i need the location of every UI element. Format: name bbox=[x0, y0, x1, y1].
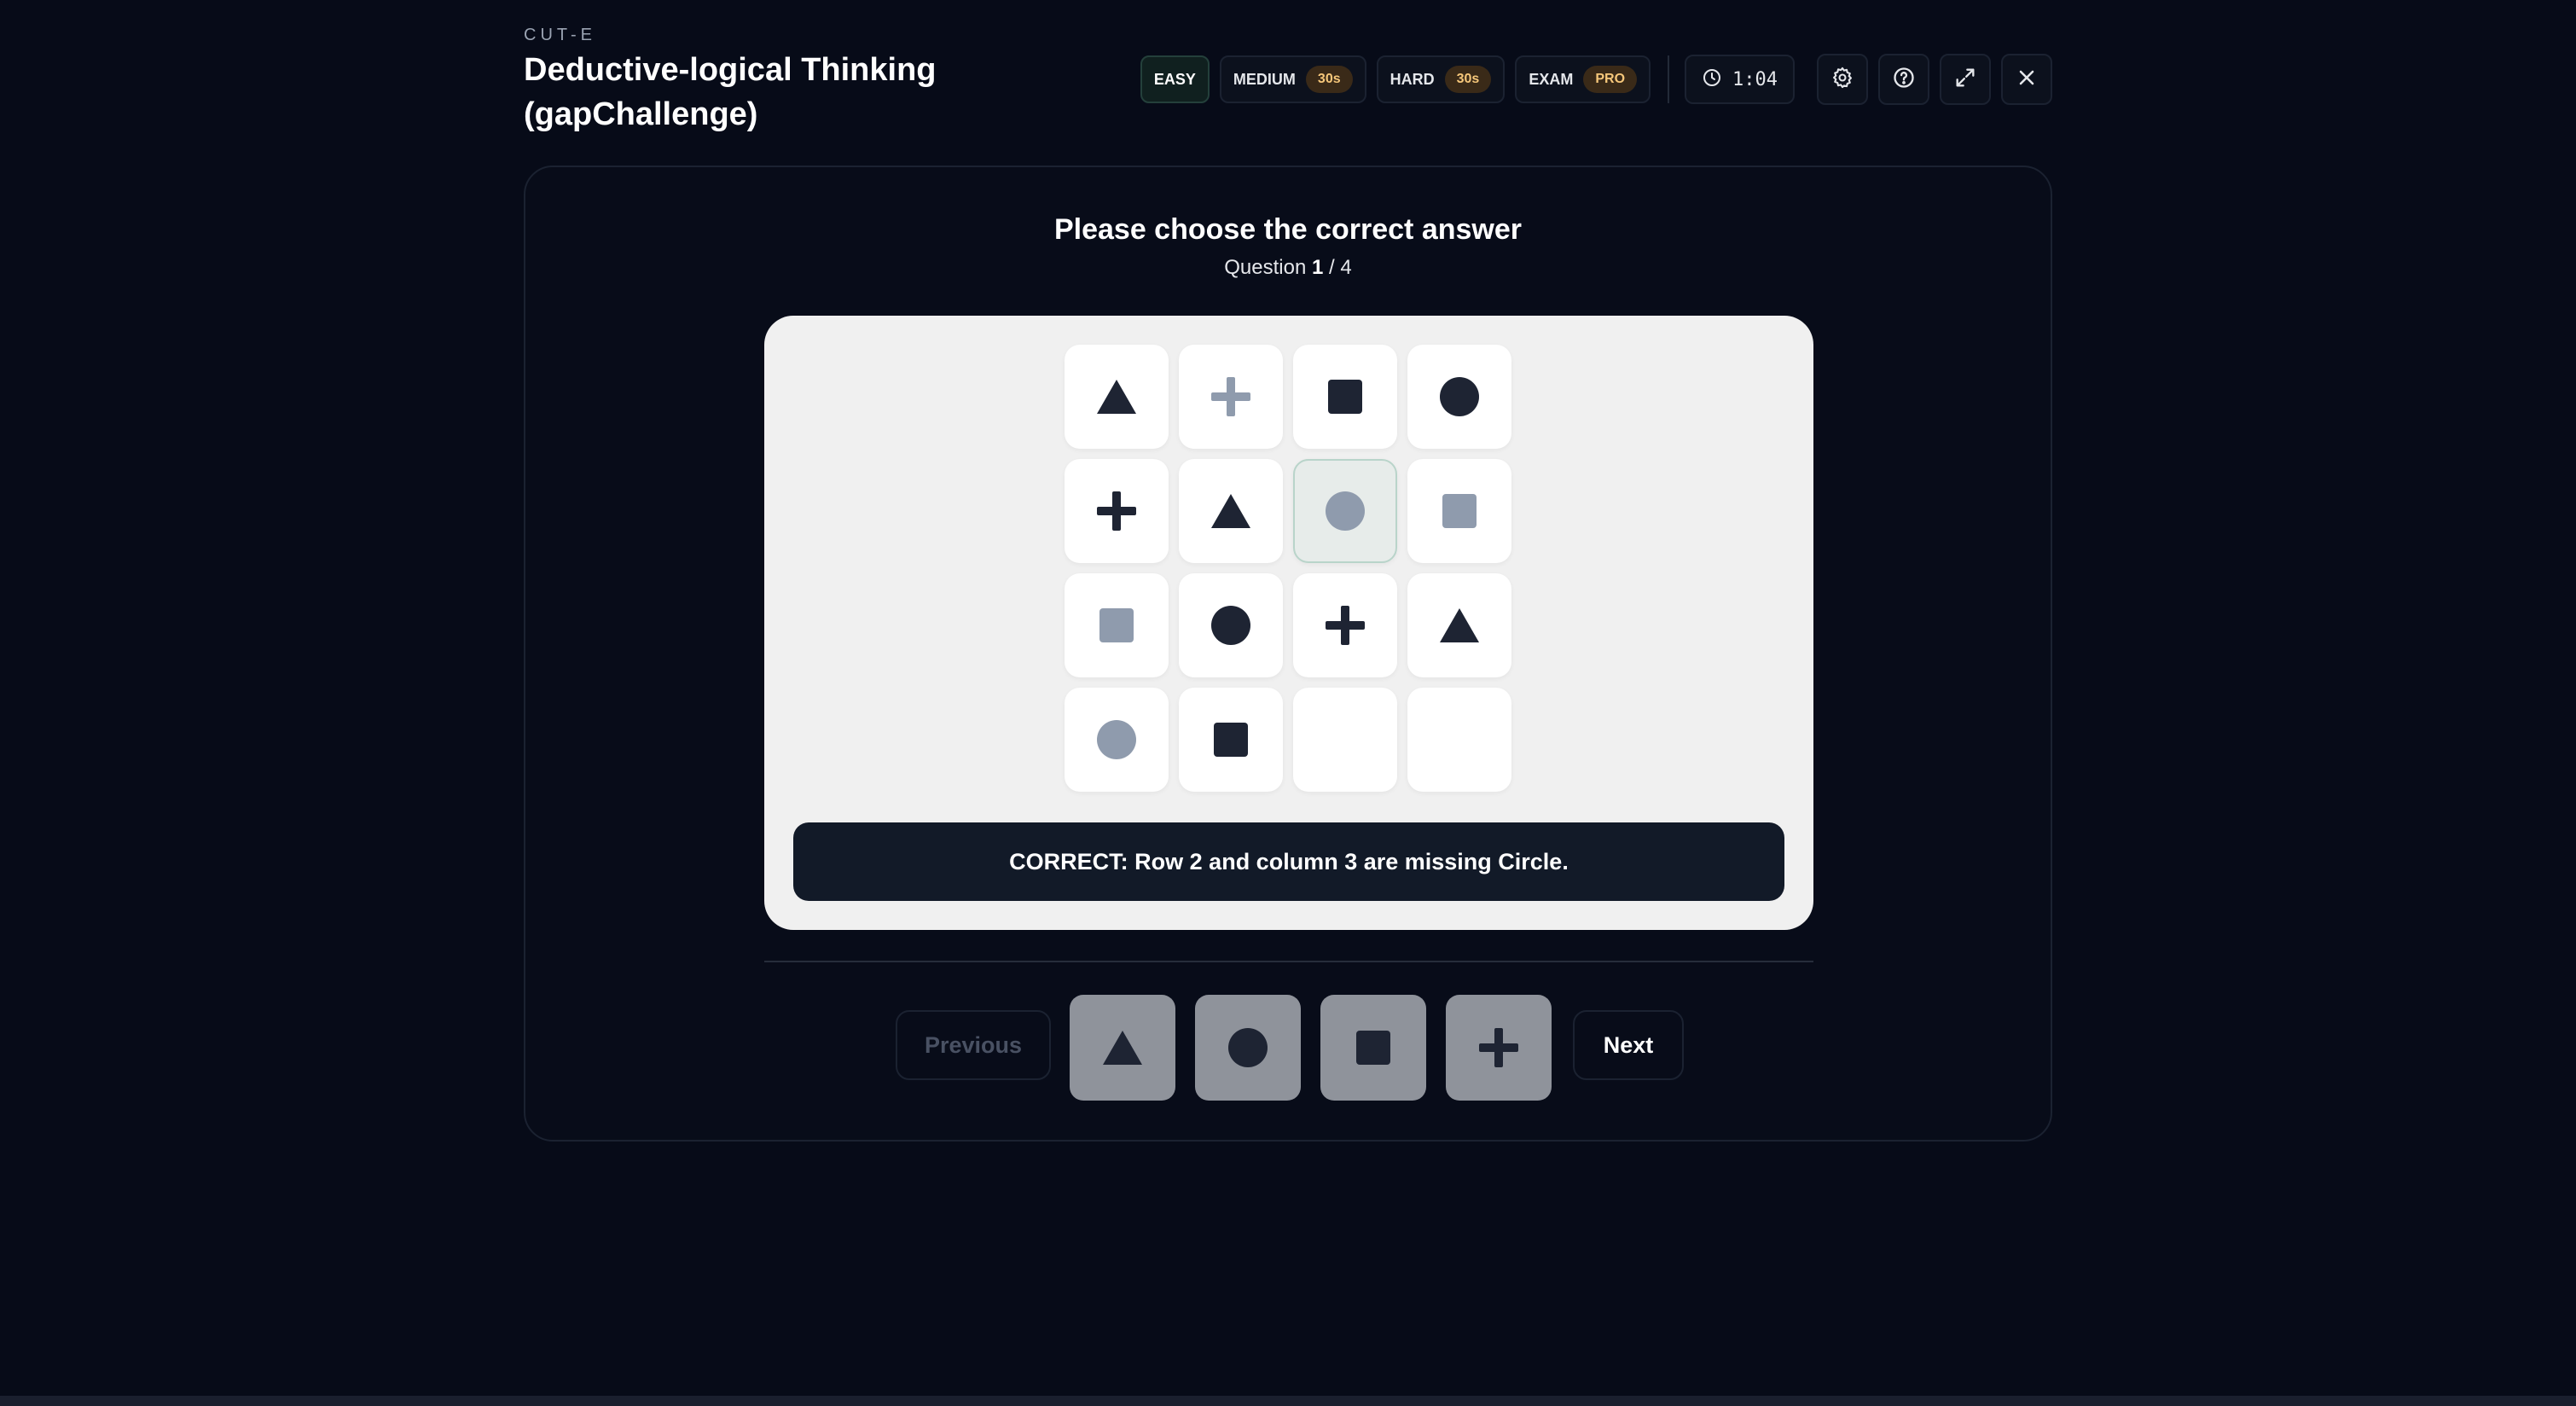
answer-option-triangle[interactable] bbox=[1070, 995, 1175, 1101]
square-icon bbox=[1324, 375, 1366, 418]
previous-button[interactable]: Previous bbox=[896, 1010, 1051, 1080]
grid-cell bbox=[1179, 459, 1283, 563]
plus-icon bbox=[1095, 490, 1138, 532]
settings-button[interactable] bbox=[1817, 54, 1868, 105]
difficulty-medium-button[interactable]: MEDIUM 30s bbox=[1219, 55, 1366, 103]
difficulty-hard-button[interactable]: HARD 30s bbox=[1376, 55, 1506, 103]
triangle-icon bbox=[1438, 604, 1481, 647]
page-title: Deductive-logical Thinking (gapChallenge… bbox=[524, 52, 937, 132]
fullscreen-icon bbox=[1953, 66, 1977, 94]
empty-grid-cell[interactable] bbox=[1407, 688, 1511, 792]
clock-icon bbox=[1702, 67, 1722, 92]
question-card: Please choose the correct answer Questio… bbox=[524, 166, 2052, 1142]
puzzle-panel: CORRECT: Row 2 and column 3 are missing … bbox=[764, 316, 1813, 930]
difficulty-label: EXAM bbox=[1529, 70, 1574, 88]
difficulty-easy-button[interactable]: EASY bbox=[1140, 55, 1210, 103]
puzzle-grid bbox=[1065, 345, 1511, 792]
time-badge: 30s bbox=[1305, 66, 1353, 93]
circle-icon bbox=[1095, 718, 1138, 761]
close-button[interactable] bbox=[2001, 54, 2052, 105]
triangle-icon bbox=[1210, 490, 1252, 532]
question-counter: Question 1 / 4 bbox=[525, 256, 2051, 280]
circle-icon bbox=[1227, 1026, 1269, 1069]
triangle-icon bbox=[1095, 375, 1138, 418]
triangle-icon bbox=[1101, 1026, 1144, 1069]
help-button[interactable] bbox=[1878, 54, 1929, 105]
square-icon bbox=[1095, 604, 1138, 647]
grid-cell bbox=[1407, 459, 1511, 563]
square-icon bbox=[1438, 490, 1481, 532]
question-current: 1 bbox=[1312, 256, 1324, 279]
circle-icon bbox=[1210, 604, 1252, 647]
empty-grid-cell[interactable] bbox=[1293, 688, 1397, 792]
plus-icon bbox=[1210, 375, 1252, 418]
pro-badge: PRO bbox=[1583, 66, 1638, 93]
grid-cell bbox=[1065, 688, 1169, 792]
time-badge: 30s bbox=[1444, 66, 1492, 93]
answer-option-plus[interactable] bbox=[1446, 995, 1552, 1101]
answer-bar: Previous Next bbox=[525, 995, 2051, 1101]
header: CUT-E Deductive-logical Thinking (gapCha… bbox=[524, 26, 2052, 137]
grid-cell bbox=[1293, 345, 1397, 449]
grid-cell bbox=[1179, 345, 1283, 449]
answer-option-circle[interactable] bbox=[1195, 995, 1301, 1101]
grid-cell bbox=[1293, 459, 1397, 563]
question-total: / 4 bbox=[1329, 256, 1352, 279]
close-icon bbox=[2015, 66, 2039, 94]
bottom-bar bbox=[0, 1396, 2576, 1406]
difficulty-label: HARD bbox=[1390, 70, 1435, 88]
grid-cell bbox=[1407, 573, 1511, 677]
circle-icon bbox=[1324, 490, 1366, 532]
circle-icon bbox=[1438, 375, 1481, 418]
header-controls: EASY MEDIUM 30s HARD 30s EXAM PRO 1:04 bbox=[1140, 54, 2052, 105]
grid-cell bbox=[1179, 688, 1283, 792]
divider bbox=[1668, 55, 1670, 103]
grid-cell bbox=[1293, 573, 1397, 677]
difficulty-label: EASY bbox=[1153, 70, 1196, 88]
question-prefix: Question bbox=[1224, 256, 1307, 279]
grid-cell bbox=[1065, 459, 1169, 563]
timer: 1:04 bbox=[1685, 55, 1795, 104]
help-icon bbox=[1892, 66, 1916, 94]
difficulty-exam-button[interactable]: EXAM PRO bbox=[1515, 55, 1651, 103]
next-button[interactable]: Next bbox=[1573, 1010, 1684, 1080]
square-icon bbox=[1210, 718, 1252, 761]
plus-icon bbox=[1324, 604, 1366, 647]
grid-cell bbox=[1065, 345, 1169, 449]
plus-icon bbox=[1477, 1026, 1520, 1069]
timer-value: 1:04 bbox=[1732, 68, 1778, 90]
settings-icon bbox=[1830, 66, 1854, 94]
answer-option-square[interactable] bbox=[1320, 995, 1426, 1101]
square-icon bbox=[1352, 1026, 1395, 1069]
brand-label: CUT-E bbox=[524, 26, 596, 44]
feedback-banner: CORRECT: Row 2 and column 3 are missing … bbox=[793, 822, 1784, 901]
grid-cell bbox=[1407, 345, 1511, 449]
grid-cell bbox=[1065, 573, 1169, 677]
question-heading: Please choose the correct answer bbox=[1053, 213, 1523, 246]
section-divider bbox=[764, 961, 1813, 962]
grid-cell bbox=[1179, 573, 1283, 677]
difficulty-label: MEDIUM bbox=[1233, 70, 1296, 88]
fullscreen-button[interactable] bbox=[1940, 54, 1991, 105]
